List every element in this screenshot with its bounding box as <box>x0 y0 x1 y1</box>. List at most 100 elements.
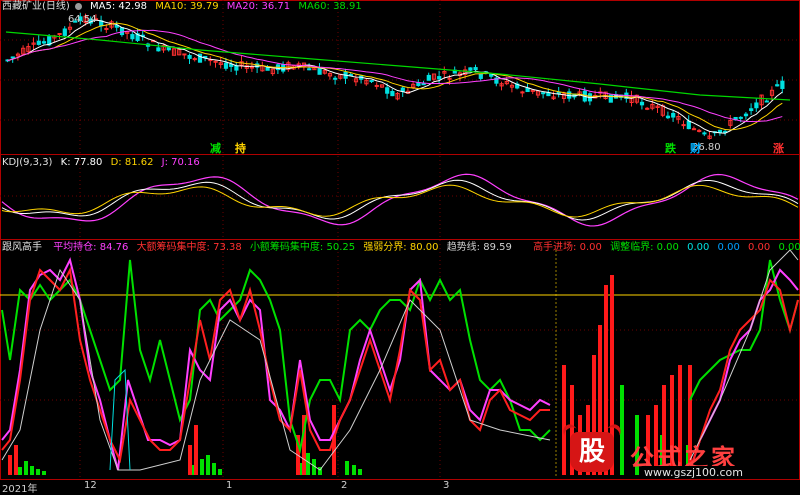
candle-body <box>41 41 47 44</box>
candle-body <box>400 87 405 92</box>
candle-body <box>369 80 374 83</box>
candle-body <box>62 28 67 36</box>
signal-label: 财 <box>689 141 701 155</box>
small-chip-bar <box>200 459 204 475</box>
candle-body <box>639 101 645 106</box>
candle-body <box>317 67 322 75</box>
small-chip-bar <box>345 461 349 475</box>
candle-body <box>780 80 785 89</box>
small-chip-bar <box>18 467 22 475</box>
candle-body <box>10 56 15 59</box>
kdj-k-label: K: 77.80 <box>60 157 103 168</box>
x-tick-label: 2 <box>341 480 348 491</box>
candle-body <box>421 83 426 86</box>
kdj-d-label: D: 81.62 <box>110 157 154 168</box>
candle-body <box>333 77 338 80</box>
extra-value-3: 0.00 <box>748 242 771 253</box>
trade-signals: 减持 跌财 涨 <box>210 141 784 155</box>
bull-seal-icon: 股 <box>570 432 614 472</box>
large-chip-bar <box>188 445 192 475</box>
candle-body <box>307 68 312 71</box>
candle-body <box>717 129 723 133</box>
signal-label: 跌 <box>665 141 677 155</box>
large-chip-bar <box>14 445 18 475</box>
candle-body <box>556 91 561 94</box>
candle-body <box>665 115 671 119</box>
stock-title: 西藏矿业(日线) <box>2 1 70 12</box>
candle-body <box>645 107 650 110</box>
extra-value-2: 0.00 <box>717 242 740 253</box>
ma60-label: MA60: 38.91 <box>298 1 362 12</box>
small-chip-bar <box>36 469 40 475</box>
candle-body <box>182 53 187 56</box>
candle-body <box>426 74 431 81</box>
candle-body <box>234 65 239 71</box>
small-chip-bar <box>218 469 222 475</box>
candle-body <box>478 73 483 79</box>
candle-body <box>681 124 686 127</box>
trend-line-label: 趋势线: 89.59 <box>446 242 512 253</box>
candle-body <box>130 34 135 40</box>
panel2-header: KDJ(9,3,3) K: 77.80 D: 81.62 J: 70.16 <box>2 157 205 169</box>
small-chip-label: 小额筹码集中度: 50.25 <box>249 242 356 253</box>
candle-body <box>156 47 161 52</box>
candle-body <box>57 33 62 36</box>
kdj-line <box>1 184 799 218</box>
small-chip-bar <box>42 471 46 475</box>
watermark-url: www.gszj100.com <box>642 466 746 479</box>
candle-body <box>437 76 442 80</box>
signal-label: 减 <box>210 141 221 155</box>
ma10-label: MA10: 39.79 <box>155 1 219 12</box>
candle-body <box>546 92 551 97</box>
small-chip-bar <box>352 465 356 475</box>
strength-divide-label: 强弱分界: 80.00 <box>363 242 439 253</box>
x-tick-label: 3 <box>443 480 450 491</box>
large-chip-bar <box>194 425 198 475</box>
adjust-critical-label: 调整临界: 0.00 <box>610 242 679 253</box>
candle-body <box>223 62 229 69</box>
candle-body <box>691 128 697 131</box>
candle-body <box>754 102 759 109</box>
candle-body <box>192 58 197 61</box>
candle-body <box>104 27 109 30</box>
small-chip-bar <box>206 455 210 475</box>
settings-dot-icon[interactable] <box>74 3 82 10</box>
large-chip-label: 大额筹码集中度: 73.38 <box>136 242 242 253</box>
kdj-j-label: J: 70.16 <box>161 157 200 168</box>
candle-body <box>764 100 769 103</box>
watermark-logo: 股 公式之家 www.gszj100.com <box>558 432 800 480</box>
ma10-line <box>7 22 783 131</box>
candle-body <box>743 113 749 117</box>
candle-body <box>36 40 41 45</box>
candle-body <box>520 91 525 94</box>
small-chip-bar <box>358 469 362 475</box>
indicator-title: 跟风高手 <box>2 242 42 253</box>
candle-body <box>416 82 421 87</box>
candle-body <box>749 108 754 112</box>
small-chip-bar <box>30 466 34 475</box>
x-tick-label: 1 <box>226 480 233 491</box>
panel3-header: 跟风高手 平均持仓: 84.76 大额筹码集中度: 73.38 小额筹码集中度:… <box>2 242 800 254</box>
large-chip-bar <box>8 455 12 475</box>
candle-body <box>541 92 546 95</box>
small-chip-bar <box>306 453 310 475</box>
large-chip-line <box>1 266 550 464</box>
avg-position-line <box>1 257 551 471</box>
candle-body <box>385 87 390 94</box>
candle-body <box>473 67 478 71</box>
kdj-title: KDJ(9,3,3) <box>2 157 53 168</box>
master-entry-label: 高手进场: 0.00 <box>533 242 602 253</box>
kdj-lines <box>1 173 799 227</box>
trend-line <box>1 268 551 471</box>
avg-position-label: 平均持仓: 84.76 <box>53 242 129 253</box>
x-tick-label: 12 <box>84 480 97 491</box>
panel1-header: 西藏矿业(日线) MA5: 42.98 MA10: 39.79 MA20: 36… <box>2 1 367 13</box>
candle-body <box>187 55 192 59</box>
x-axis: 2021年 12 1 2 3 <box>0 480 800 495</box>
kdj-line <box>1 173 799 227</box>
trend-line-right <box>689 249 799 461</box>
signal-label: 持 <box>235 141 246 155</box>
ma5-label: MA5: 42.98 <box>90 1 148 12</box>
extra-value-4: 0.00 <box>778 242 800 253</box>
candle-body <box>468 67 473 71</box>
